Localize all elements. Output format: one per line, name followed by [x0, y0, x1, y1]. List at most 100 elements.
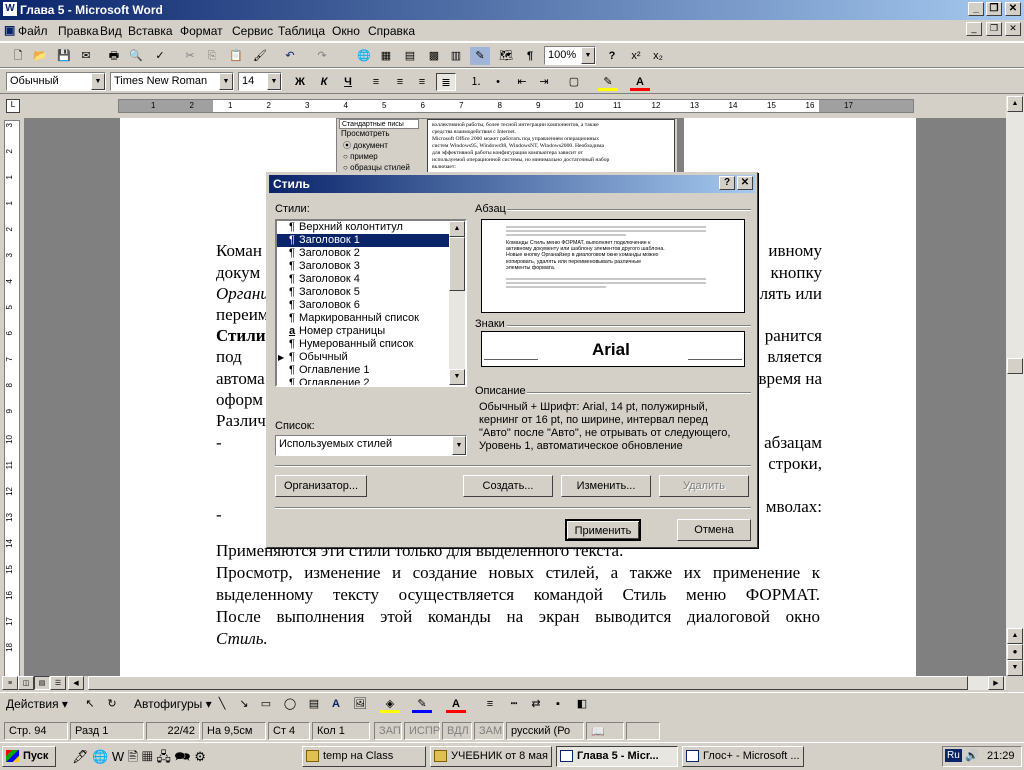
- task-textbook[interactable]: УЧЕБНИК от 8 мая: [430, 746, 552, 767]
- style-list-item[interactable]: ¶ Оглавление 1: [277, 364, 465, 377]
- textbox-icon[interactable]: ▤: [304, 695, 324, 713]
- prev-page-icon[interactable]: ▲: [1007, 628, 1023, 644]
- status-trk[interactable]: ИСПР: [404, 722, 440, 740]
- arrow-icon[interactable]: ↘: [234, 695, 254, 713]
- scroll-left-icon[interactable]: ◀: [68, 676, 84, 690]
- doc-map-icon[interactable]: 🗺: [496, 47, 516, 65]
- style-list-item[interactable]: ¶ Верхний колонтитул: [277, 221, 465, 234]
- undo-icon[interactable]: ↶: [280, 47, 300, 65]
- menu-help[interactable]: Справка: [368, 24, 415, 38]
- list-scroll-thumb[interactable]: [449, 237, 465, 291]
- minimize-button[interactable]: _: [968, 2, 984, 16]
- new-doc-icon[interactable]: 🗋: [8, 47, 28, 65]
- print-icon[interactable]: 🖶: [104, 47, 124, 65]
- menu-format[interactable]: Формат: [180, 24, 223, 38]
- size-select[interactable]: 14 ▼: [238, 72, 282, 91]
- ruler-bar[interactable]: 1 2 1 2 3 4 5 6 7 8 9 10 11 12 13 14 15 16 17: [118, 99, 914, 113]
- copy-icon[interactable]: ⎘: [202, 47, 222, 65]
- status-rec[interactable]: ЗАП: [374, 722, 402, 740]
- dialog-close-button[interactable]: ✕: [737, 176, 753, 190]
- doc-close-button[interactable]: ✕: [1005, 22, 1021, 36]
- excel-icon[interactable]: ▩: [424, 47, 444, 65]
- vertical-scrollbar[interactable]: ▲ ▲ ● ▼: [1006, 96, 1024, 676]
- style-list-item[interactable]: ¶ Заголовок 5: [277, 286, 465, 299]
- autoshapes-menu[interactable]: Автофигуры ▾: [134, 697, 212, 711]
- increase-indent-icon[interactable]: ⇥: [534, 73, 554, 91]
- scroll-down-icon[interactable]: ▼: [449, 369, 465, 385]
- shadow-icon[interactable]: ▪: [548, 695, 568, 713]
- dialog-help-button[interactable]: ?: [719, 176, 735, 190]
- styles-list-scrollbar[interactable]: ▲ ▼: [449, 221, 465, 385]
- select-objects-icon[interactable]: ↖: [80, 695, 100, 713]
- quicklaunch-icons[interactable]: 🖋 🌐 W 🖹 ▦ 🖧 🗪 ⚙: [72, 748, 206, 770]
- create-style-button[interactable]: Создать...: [463, 475, 553, 497]
- style-list-item[interactable]: ¶ Заголовок 3: [277, 260, 465, 273]
- styles-list[interactable]: ¶ Верхний колонтитул ¶ Заголовок 1 ¶ Заголово…: [275, 219, 467, 387]
- style-list-item[interactable]: ¶ Нумерованный список: [277, 338, 465, 351]
- web-icon[interactable]: 🌐: [354, 47, 374, 65]
- borders-icon[interactable]: ▢: [564, 73, 584, 91]
- doc-restore-button[interactable]: ❐: [986, 22, 1002, 36]
- style-list-item[interactable]: ¶ Заголовок 6: [277, 299, 465, 312]
- modify-style-button[interactable]: Изменить...: [561, 475, 651, 497]
- print-layout-icon[interactable]: ▤: [34, 676, 50, 690]
- spelling-icon[interactable]: ✓: [150, 47, 170, 65]
- start-button[interactable]: Пуск: [2, 746, 56, 767]
- tables-icon[interactable]: ▦: [376, 47, 396, 65]
- superscript-icon[interactable]: x²: [626, 47, 646, 65]
- vertical-ruler[interactable]: 3 2 1 1 2 3 4 5 6 7 8 9 10 11 12 13 14 15 16 17 18: [4, 120, 20, 680]
- paste-icon[interactable]: 📋: [226, 47, 246, 65]
- style-select[interactable]: Обычный ▼: [6, 72, 106, 91]
- actions-menu[interactable]: Действия ▾: [6, 697, 68, 711]
- show-hide-icon[interactable]: ¶: [520, 47, 540, 65]
- print-preview-icon[interactable]: 🔍: [126, 47, 146, 65]
- underline-button[interactable]: Ч: [338, 73, 358, 91]
- clipart-icon[interactable]: 🖼: [350, 695, 370, 713]
- align-center-icon[interactable]: ≡: [390, 73, 410, 91]
- fill-color-icon[interactable]: ◈: [380, 695, 400, 713]
- scroll-up-icon[interactable]: ▲: [1007, 96, 1023, 112]
- maximize-button[interactable]: ❐: [986, 2, 1002, 16]
- font-select[interactable]: Times New Roman ▼: [110, 72, 234, 91]
- cut-icon[interactable]: ✂: [180, 47, 200, 65]
- style-list-item[interactable]: ¶ Оглавление 2: [277, 377, 465, 385]
- organizer-button[interactable]: Организатор...: [275, 475, 367, 497]
- task-glos[interactable]: Глос+ - Microsoft ...: [682, 746, 804, 767]
- style-list-item[interactable]: a Номер страницы: [277, 325, 465, 338]
- style-list-item[interactable]: ¶ Маркированный список: [277, 312, 465, 325]
- task-chapter5[interactable]: Глава 5 - Micr...: [556, 746, 678, 767]
- next-page-icon[interactable]: ▼: [1007, 660, 1023, 676]
- style-list-item[interactable]: ¶ Заголовок 1: [277, 234, 465, 247]
- justify-icon[interactable]: ≣: [436, 73, 456, 91]
- delete-style-button[interactable]: Удалить: [659, 475, 749, 497]
- doc-icon[interactable]: ▣: [4, 23, 15, 37]
- speaker-icon[interactable]: 🔊: [965, 749, 979, 762]
- tab-selector-icon[interactable]: L: [6, 99, 20, 113]
- decrease-indent-icon[interactable]: ⇤: [512, 73, 532, 91]
- align-right-icon[interactable]: ≡: [412, 73, 432, 91]
- bold-button[interactable]: Ж: [290, 73, 310, 91]
- menu-file[interactable]: Файл: [18, 24, 48, 38]
- apply-button[interactable]: Применить: [565, 519, 641, 541]
- scroll-right-icon[interactable]: ▶: [988, 676, 1004, 690]
- word-app-icon[interactable]: W: [3, 2, 17, 16]
- zoom-select[interactable]: 100% ▼: [544, 46, 596, 65]
- align-left-icon[interactable]: ≡: [366, 73, 386, 91]
- close-button[interactable]: ✕: [1005, 2, 1021, 16]
- subscript-icon[interactable]: x₂: [648, 47, 668, 65]
- web-view-icon[interactable]: ◫: [18, 676, 34, 690]
- status-ovr[interactable]: ЗАМ: [474, 722, 504, 740]
- bullets-icon[interactable]: •: [488, 73, 508, 91]
- browse-object-icon[interactable]: ●: [1007, 644, 1023, 660]
- open-icon[interactable]: 📂: [30, 47, 50, 65]
- oval-icon[interactable]: ◯: [280, 695, 300, 713]
- wordart-icon[interactable]: A: [326, 695, 346, 713]
- style-list-item[interactable]: ¶ Заголовок 4: [277, 273, 465, 286]
- redo-icon[interactable]: ↷: [312, 47, 332, 65]
- save-icon[interactable]: 💾: [54, 47, 74, 65]
- spelling-status-icon[interactable]: 📖: [586, 722, 624, 740]
- italic-button[interactable]: К: [314, 73, 334, 91]
- arrow-style-icon[interactable]: ⇄: [526, 695, 546, 713]
- normal-view-icon[interactable]: ≡: [2, 676, 18, 690]
- free-rotate-icon[interactable]: ↻: [102, 695, 122, 713]
